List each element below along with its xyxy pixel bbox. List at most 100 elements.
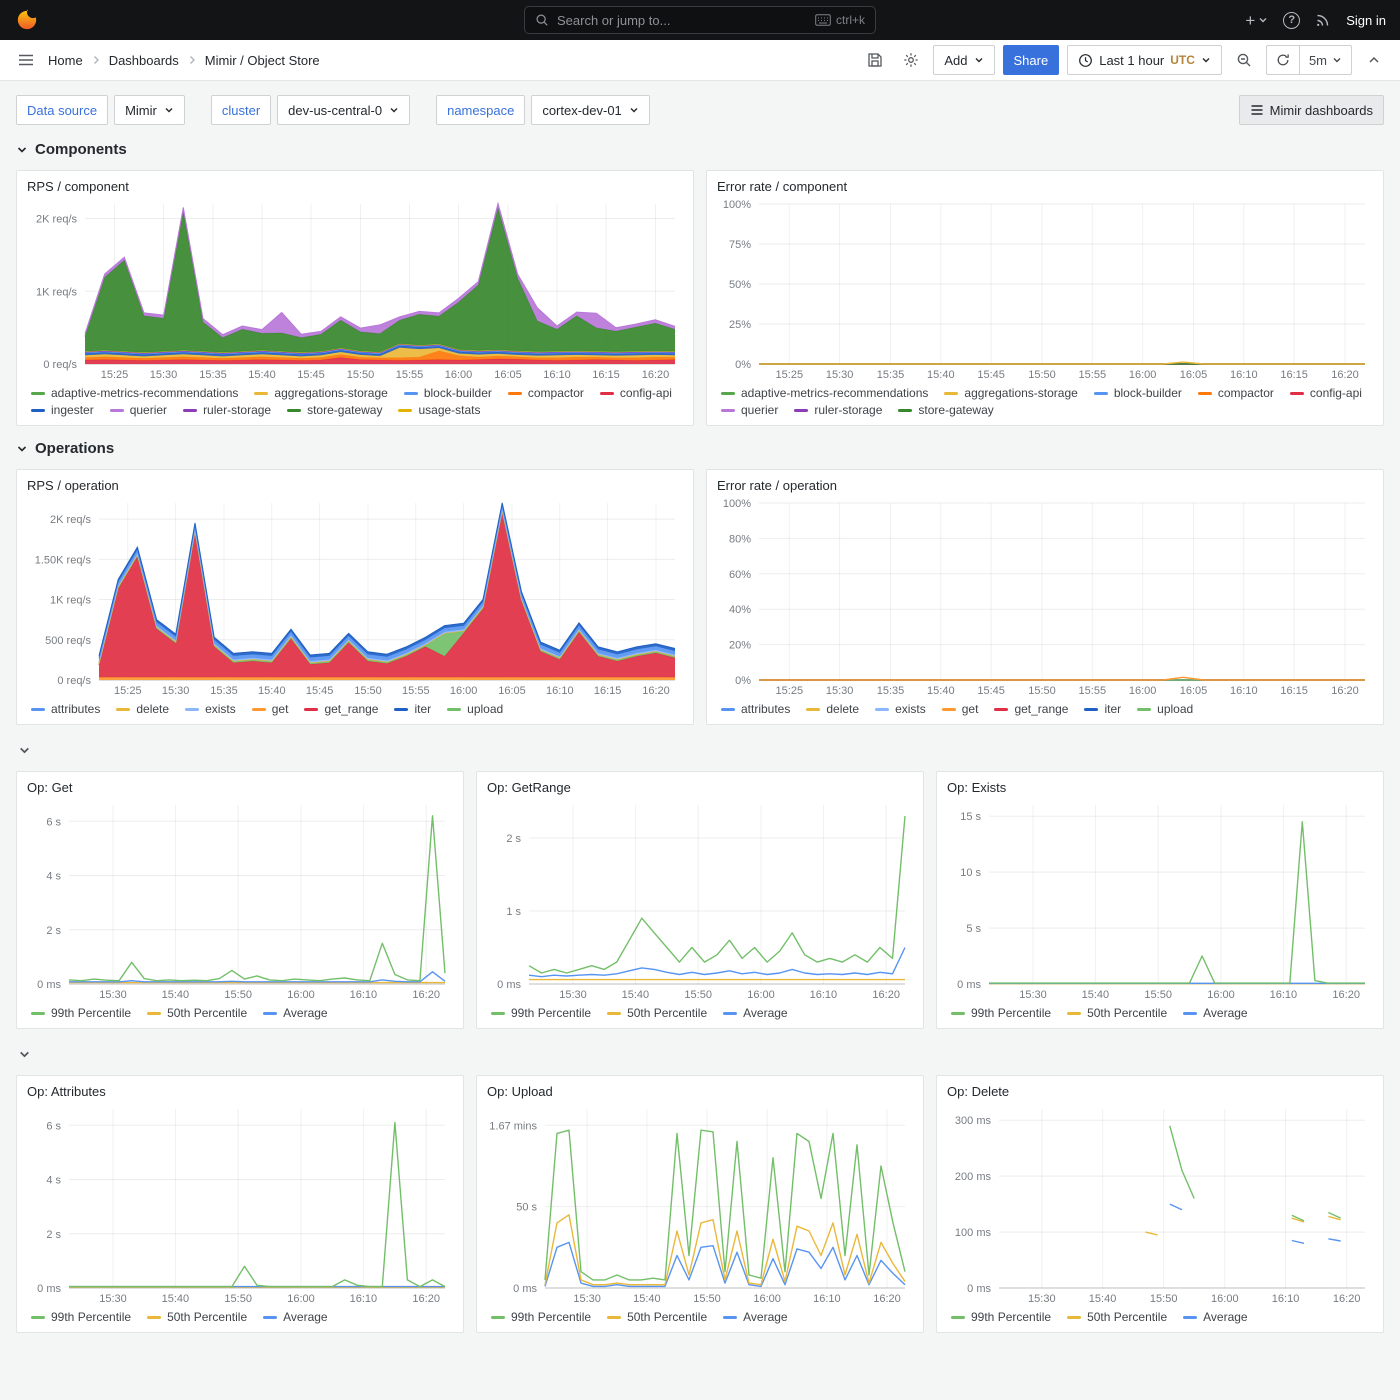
op-upload-chart[interactable]: 0 ms50 s1.67 mins15:3015:4015:5016:0016:…: [487, 1101, 913, 1306]
legend-item[interactable]: exists: [875, 702, 926, 716]
create-menu-button[interactable]: +: [1245, 12, 1268, 29]
legend-item[interactable]: 50th Percentile: [1067, 1310, 1167, 1324]
legend-item[interactable]: config-api: [600, 386, 672, 400]
panel-title[interactable]: Error rate / operation: [717, 478, 1373, 493]
save-dashboard-button[interactable]: [861, 46, 889, 74]
legend-item[interactable]: adaptive-metrics-recommendations: [31, 386, 238, 400]
legend-item[interactable]: 50th Percentile: [607, 1310, 707, 1324]
cluster-value-chip[interactable]: dev-us-central-0: [277, 95, 410, 125]
time-range-picker[interactable]: Last 1 hour UTC: [1067, 45, 1222, 75]
help-button[interactable]: ?: [1283, 12, 1300, 29]
section-header-components[interactable]: Components: [16, 141, 1384, 158]
legend-item[interactable]: get_range: [994, 702, 1068, 716]
legend-item[interactable]: 99th Percentile: [491, 1006, 591, 1020]
legend-item[interactable]: store-gateway: [287, 403, 382, 417]
legend-item[interactable]: 50th Percentile: [1067, 1006, 1167, 1020]
datasource-label-chip[interactable]: Data source: [16, 95, 108, 125]
legend-item[interactable]: ingester: [31, 403, 94, 417]
legend-item[interactable]: Average: [263, 1006, 327, 1020]
op-delete-chart[interactable]: 0 ms100 ms200 ms300 ms15:3015:4015:5016:…: [947, 1101, 1373, 1306]
legend-item[interactable]: iter: [1084, 702, 1121, 716]
legend-item[interactable]: delete: [806, 702, 859, 716]
error-rate-operation-chart[interactable]: 0%20%40%60%80%100%15:2515:3015:3515:4015…: [717, 495, 1373, 698]
rps-operation-chart[interactable]: 0 req/s500 req/s1K req/s1.50K req/s2K re…: [27, 495, 683, 698]
legend-item[interactable]: attributes: [31, 702, 100, 716]
legend-item[interactable]: ruler-storage: [794, 403, 882, 417]
cluster-label-chip[interactable]: cluster: [211, 95, 271, 125]
legend-item[interactable]: attributes: [721, 702, 790, 716]
panel-title[interactable]: Error rate / component: [717, 179, 1373, 194]
panel-title[interactable]: Op: Delete: [947, 1084, 1373, 1099]
zoom-out-button[interactable]: [1230, 46, 1258, 74]
legend-item[interactable]: iter: [394, 702, 431, 716]
legend-item[interactable]: Average: [723, 1310, 787, 1324]
legend-item[interactable]: get_range: [304, 702, 378, 716]
search-bar[interactable]: Search or jump to... ctrl+k: [524, 6, 876, 34]
legend-item[interactable]: adaptive-metrics-recommendations: [721, 386, 928, 400]
add-panel-button[interactable]: Add: [933, 45, 994, 75]
legend-item[interactable]: 99th Percentile: [491, 1310, 591, 1324]
legend-item[interactable]: Average: [723, 1006, 787, 1020]
legend-item[interactable]: block-builder: [1094, 386, 1182, 400]
mimir-dashboards-button[interactable]: Mimir dashboards: [1239, 95, 1384, 125]
menu-toggle-button[interactable]: [12, 46, 40, 74]
settings-button[interactable]: [897, 46, 925, 74]
legend-item[interactable]: querier: [721, 403, 778, 417]
legend-item[interactable]: upload: [447, 702, 503, 716]
namespace-label-chip[interactable]: namespace: [436, 95, 525, 125]
datasource-value-chip[interactable]: Mimir: [114, 95, 185, 125]
legend-item[interactable]: aggregations-storage: [944, 386, 1077, 400]
share-button[interactable]: Share: [1003, 45, 1060, 75]
legend-item[interactable]: block-builder: [404, 386, 492, 400]
legend-item[interactable]: upload: [1137, 702, 1193, 716]
legend-item[interactable]: config-api: [1290, 386, 1362, 400]
legend-item[interactable]: exists: [185, 702, 236, 716]
legend-item[interactable]: compactor: [508, 386, 584, 400]
legend-item[interactable]: Average: [1183, 1310, 1247, 1324]
panel-title[interactable]: Op: Exists: [947, 780, 1373, 795]
collapse-toolbar-button[interactable]: [1360, 46, 1388, 74]
sign-in-link[interactable]: Sign in: [1346, 13, 1386, 28]
panel-title[interactable]: Op: Get: [27, 780, 453, 795]
breadcrumb-item-current[interactable]: Mimir / Object Store: [205, 53, 320, 68]
panel-title[interactable]: RPS / operation: [27, 478, 683, 493]
legend-item[interactable]: ruler-storage: [183, 403, 271, 417]
namespace-value-chip[interactable]: cortex-dev-01: [531, 95, 649, 125]
rps-component-chart[interactable]: 0 req/s1K req/s2K req/s15:2515:3015:3515…: [27, 196, 683, 382]
refresh-button[interactable]: [1267, 46, 1299, 74]
op-getrange-chart[interactable]: 0 ms1 s2 s15:3015:4015:5016:0016:1016:20: [487, 797, 913, 1002]
panel-title[interactable]: Op: Upload: [487, 1084, 913, 1099]
legend-item[interactable]: 99th Percentile: [31, 1310, 131, 1324]
legend-item[interactable]: delete: [116, 702, 169, 716]
legend-item[interactable]: get: [942, 702, 979, 716]
legend-item[interactable]: compactor: [1198, 386, 1274, 400]
breadcrumb-item-dashboards[interactable]: Dashboards: [109, 53, 179, 68]
legend-item[interactable]: 99th Percentile: [951, 1310, 1051, 1324]
legend-item[interactable]: Average: [1183, 1006, 1247, 1020]
panel-title[interactable]: Op: Attributes: [27, 1084, 453, 1099]
legend-item[interactable]: 50th Percentile: [147, 1310, 247, 1324]
refresh-interval-select[interactable]: 5m: [1299, 46, 1351, 74]
news-button[interactable]: [1315, 12, 1331, 28]
panel-title[interactable]: RPS / component: [27, 179, 683, 194]
panel-title[interactable]: Op: GetRange: [487, 780, 913, 795]
breadcrumb-item-home[interactable]: Home: [48, 53, 83, 68]
legend-item[interactable]: 50th Percentile: [147, 1006, 247, 1020]
row-toggle-chevron[interactable]: [16, 1043, 1384, 1065]
legend-item[interactable]: aggregations-storage: [254, 386, 387, 400]
grafana-logo[interactable]: [14, 7, 40, 33]
legend-item[interactable]: Average: [263, 1310, 327, 1324]
op-attributes-chart[interactable]: 0 ms2 s4 s6 s15:3015:4015:5016:0016:1016…: [27, 1101, 453, 1306]
section-header-operations[interactable]: Operations: [16, 440, 1384, 457]
legend-item[interactable]: 99th Percentile: [951, 1006, 1051, 1020]
legend-item[interactable]: store-gateway: [898, 403, 993, 417]
error-rate-component-chart[interactable]: 0%25%50%75%100%15:2515:3015:3515:4015:45…: [717, 196, 1373, 382]
legend-item[interactable]: querier: [110, 403, 167, 417]
legend-item[interactable]: get: [252, 702, 289, 716]
op-get-chart[interactable]: 0 ms2 s4 s6 s15:3015:4015:5016:0016:1016…: [27, 797, 453, 1002]
legend-item[interactable]: usage-stats: [398, 403, 480, 417]
op-exists-chart[interactable]: 0 ms5 s10 s15 s15:3015:4015:5016:0016:10…: [947, 797, 1373, 1002]
legend-item[interactable]: 50th Percentile: [607, 1006, 707, 1020]
legend-item[interactable]: 99th Percentile: [31, 1006, 131, 1020]
row-toggle-chevron[interactable]: [16, 739, 1384, 761]
